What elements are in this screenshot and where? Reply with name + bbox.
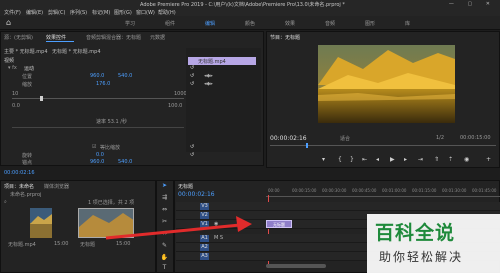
watermark-slogan: 助你轻松解决 — [379, 250, 464, 264]
watermark-brand: 百科全说 — [375, 222, 456, 244]
watermark: 百科全说 助你轻松解决 — [367, 214, 500, 273]
